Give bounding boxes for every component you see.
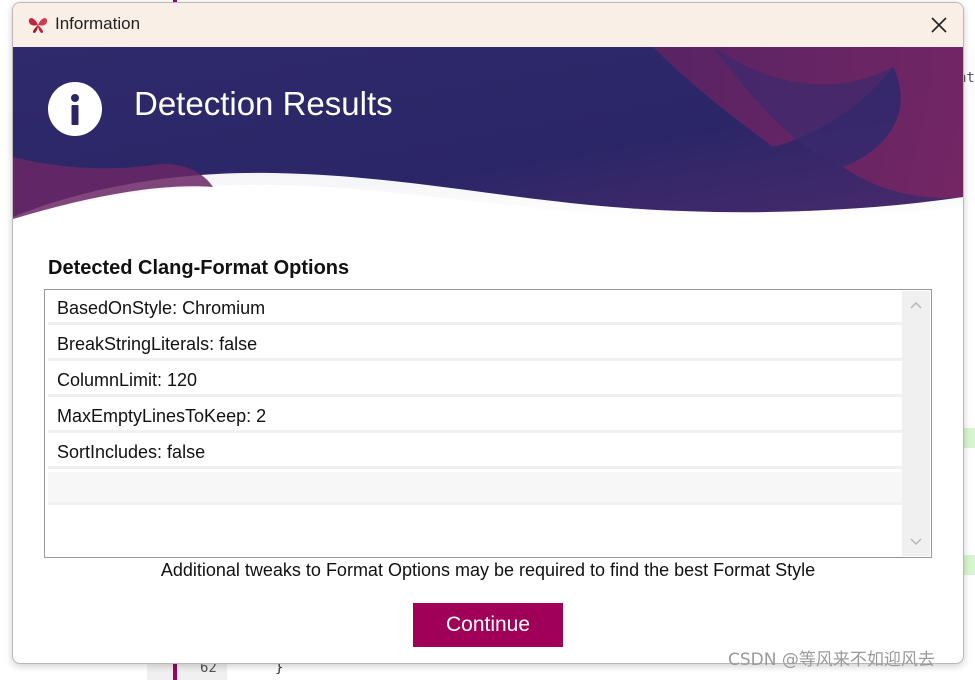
list-item[interactable]: BreakStringLiterals: false: [48, 328, 902, 361]
format-note: Additional tweaks to Format Options may …: [160, 560, 816, 580]
list-item[interactable]: BasedOnStyle: Chromium: [48, 292, 902, 325]
list-item[interactable]: ColumnLimit: 120: [48, 364, 902, 397]
close-icon: [931, 17, 947, 33]
banner-title: Detection Results: [134, 85, 393, 122]
scroll-up-button[interactable]: [902, 293, 930, 317]
chevron-down-icon: [910, 538, 922, 545]
banner-graphic: [13, 47, 963, 237]
scroll-down-button[interactable]: [902, 530, 930, 554]
info-icon: [48, 82, 102, 136]
close-button[interactable]: [923, 9, 955, 41]
list-item[interactable]: SortIncludes: false: [48, 436, 902, 469]
options-heading: Detected Clang-Format Options: [48, 257, 350, 279]
window-title: Information: [55, 14, 141, 33]
continue-button[interactable]: Continue: [413, 603, 563, 647]
list-item[interactable]: MaxEmptyLinesToKeep: 2: [48, 400, 902, 433]
list-item[interactable]: [48, 472, 902, 505]
options-list[interactable]: BasedOnStyle: Chromium BreakStringLitera…: [44, 289, 932, 558]
scrollbar[interactable]: [902, 291, 930, 556]
title-bar: Information: [13, 3, 963, 47]
watermark: CSDN @等风来不如迎风去: [728, 650, 935, 670]
information-dialog: Information Detection Results Detected C…: [12, 2, 964, 664]
chevron-up-icon: [910, 302, 922, 309]
butterfly-logo-icon: [28, 18, 48, 33]
